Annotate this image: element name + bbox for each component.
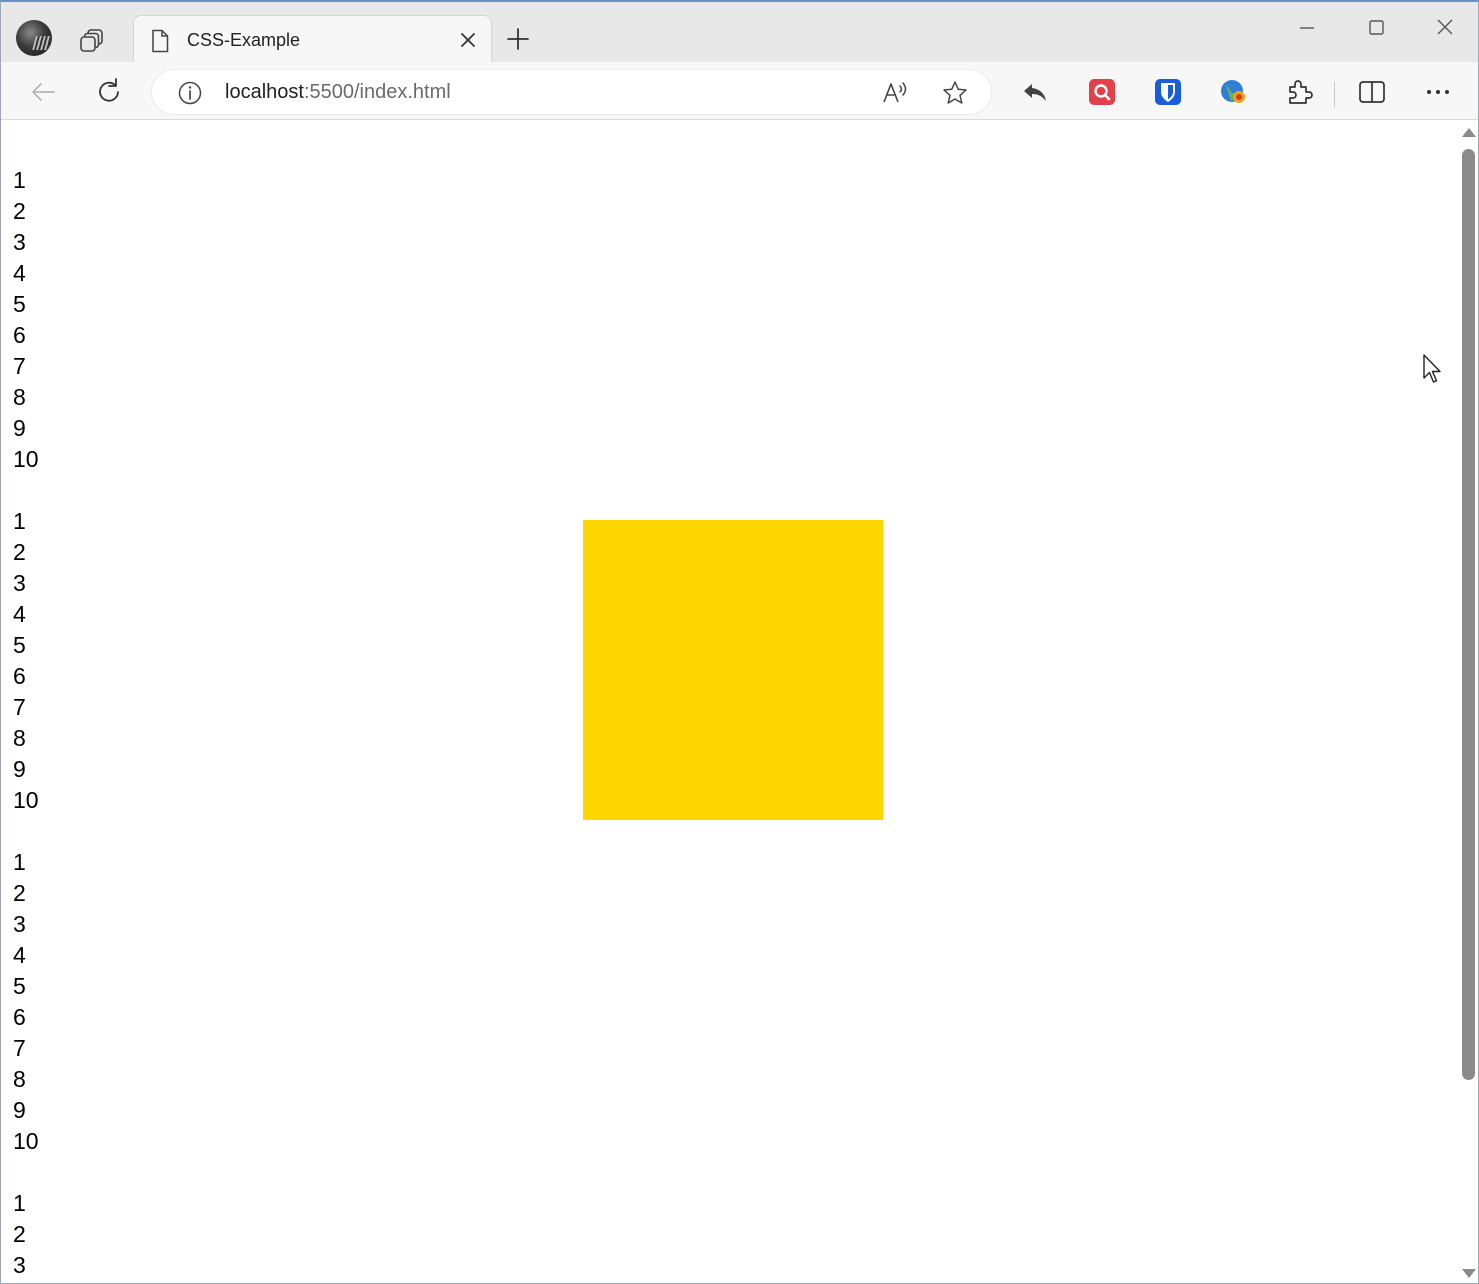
info-icon[interactable] [177, 80, 203, 106]
number-line: 3 [13, 570, 26, 596]
number-line: 8 [13, 1066, 26, 1092]
vertical-scrollbar[interactable] [1456, 121, 1478, 1283]
number-line: 3 [13, 229, 26, 255]
number-line: 7 [13, 353, 26, 379]
url-text[interactable]: localhost:5500/index.html [225, 81, 451, 104]
split-screen-icon[interactable] [1356, 76, 1388, 108]
number-line: 1 [13, 508, 26, 534]
tab-actions-icon[interactable] [79, 26, 107, 54]
toolbar-divider [1334, 82, 1335, 108]
read-aloud-icon[interactable] [881, 80, 909, 106]
number-line: 10 [13, 446, 39, 472]
scroll-up-arrow-icon[interactable] [1462, 128, 1476, 137]
number-group: 1 2 3 4 5 6 7 8 9 10 [13, 506, 39, 816]
maximize-icon[interactable] [1362, 14, 1390, 42]
number-line: 4 [13, 260, 26, 286]
number-line: 7 [13, 694, 26, 720]
number-line: 6 [13, 322, 26, 348]
yellow-box [583, 520, 883, 820]
scrollbar-thumb[interactable] [1462, 149, 1475, 1080]
number-line: 5 [13, 291, 26, 317]
number-line: 6 [13, 1004, 26, 1030]
profile-avatar[interactable] [16, 20, 52, 56]
number-line: 10 [13, 1128, 39, 1154]
number-line: 1 [13, 849, 26, 875]
number-group: 1 2 3 4 5 6 7 8 9 10 [13, 847, 39, 1157]
scroll-down-arrow-icon[interactable] [1462, 1269, 1476, 1278]
number-line: 1 [13, 1190, 26, 1216]
star-icon[interactable] [941, 79, 969, 107]
number-line: 2 [13, 198, 26, 224]
window-close-icon[interactable] [1431, 14, 1459, 42]
number-line: 5 [13, 632, 26, 658]
number-line: 9 [13, 415, 26, 441]
minimize-icon[interactable] [1293, 14, 1321, 42]
number-line: 10 [13, 787, 39, 813]
bitwarden-icon[interactable] [1152, 76, 1184, 108]
new-tab-icon[interactable] [504, 25, 532, 53]
address-bar[interactable]: localhost:5500/index.html [151, 69, 992, 115]
page-viewport[interactable]: 1 2 3 4 5 6 7 8 9 10 1 2 3 4 5 6 7 8 9 10 1 2 3 4 5 6 7 8 9 10 1 2 3 [1, 121, 1456, 1283]
number-line: 2 [13, 539, 26, 565]
number-line: 1 [13, 167, 26, 193]
number-line: 3 [13, 1252, 26, 1278]
number-list: 1 2 3 4 5 6 7 8 9 10 1 2 3 4 5 6 7 8 9 10 1 2 3 4 5 6 7 8 9 10 1 2 3 [13, 165, 39, 1283]
browser-window: CSS-Example localhost:5500/index.html 1 … [0, 0, 1479, 1284]
number-line: 7 [13, 1035, 26, 1061]
back-arrow-icon[interactable] [27, 76, 59, 108]
globe-extension-icon[interactable] [1217, 76, 1249, 108]
number-group: 1 2 3 4 5 6 7 8 9 10 [13, 165, 39, 475]
reload-icon[interactable] [93, 76, 125, 108]
number-line: 8 [13, 725, 26, 751]
tab-title: CSS-Example [187, 30, 301, 50]
url-host: localhost [225, 81, 304, 103]
page-icon [152, 29, 169, 53]
tab-strip: CSS-Example [1, 2, 1478, 63]
number-line: 9 [13, 1097, 26, 1123]
number-line: 6 [13, 663, 26, 689]
puzzle-icon[interactable] [1284, 76, 1316, 108]
number-line: 9 [13, 756, 26, 782]
number-line: 5 [13, 973, 26, 999]
toolbar: localhost:5500/index.html [1, 62, 1478, 120]
url-path: :5500/index.html [303, 81, 451, 103]
share-icon[interactable] [1019, 76, 1051, 108]
number-line: 3 [13, 911, 26, 937]
number-line: 2 [13, 1221, 26, 1247]
number-line: 2 [13, 880, 26, 906]
number-line: 4 [13, 942, 26, 968]
number-line: 4 [13, 601, 26, 627]
tab-active[interactable]: CSS-Example [133, 15, 492, 63]
number-group: 1 2 3 [13, 1188, 39, 1281]
close-icon[interactable] [456, 28, 480, 52]
more-icon[interactable] [1422, 76, 1454, 108]
red-search-extension-icon[interactable] [1086, 76, 1118, 108]
number-line: 8 [13, 384, 26, 410]
mouse-cursor-icon [1423, 354, 1441, 383]
